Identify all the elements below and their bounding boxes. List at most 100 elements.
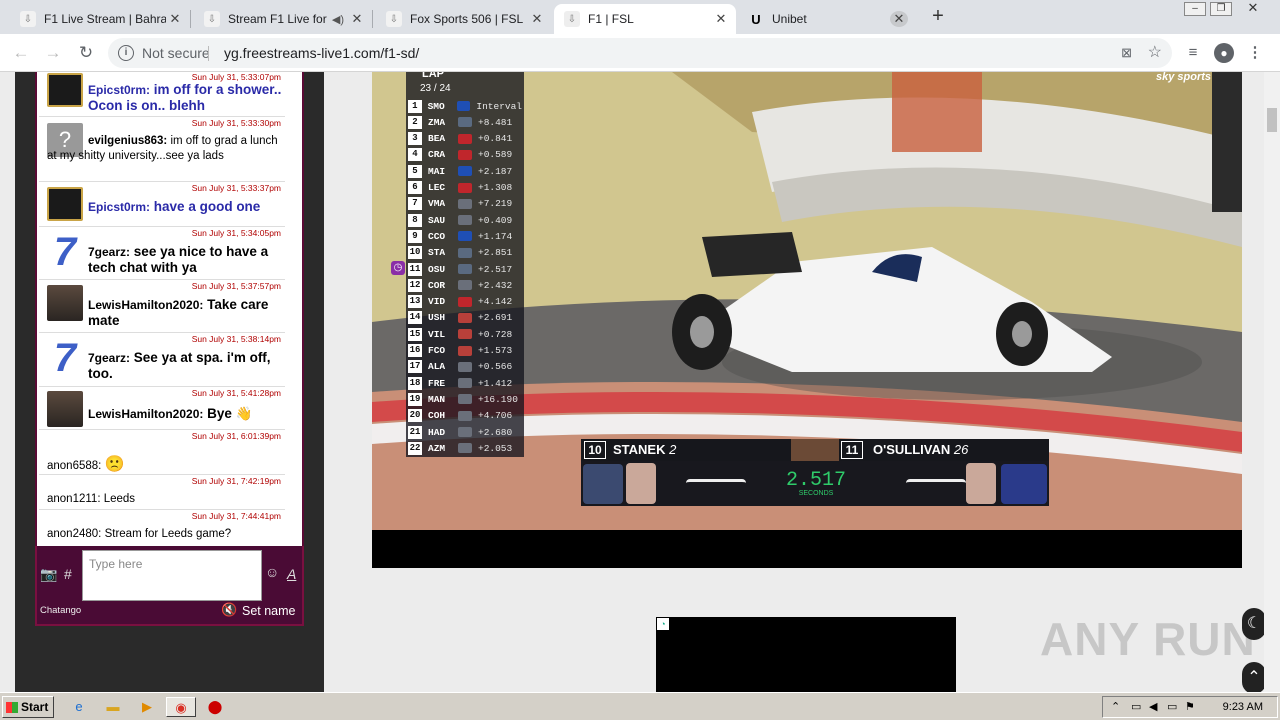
display-icon[interactable]: ▭	[1167, 700, 1177, 713]
profile-avatar-icon[interactable]: ●	[1214, 43, 1234, 63]
folder-icon[interactable]: ▬	[102, 697, 124, 717]
close-icon[interactable]: ✕	[712, 11, 730, 27]
car-icon	[906, 479, 966, 489]
new-tab-button[interactable]: +	[928, 6, 948, 28]
close-icon[interactable]: ✕	[348, 11, 366, 27]
race-leaderboard: LAP 23 / 24 1 SMO Interval 2 ZMA +8.481 3 BEA +0…	[406, 72, 524, 457]
dark-mode-toggle[interactable]: ☾	[1242, 608, 1264, 640]
username[interactable]: anon1211:	[47, 493, 101, 505]
blocked-popup-icon[interactable]: ⊠	[1121, 38, 1132, 68]
username[interactable]: LewisHamilton2020:	[88, 298, 203, 312]
flag-icon[interactable]: ⚑	[1185, 700, 1195, 713]
tab-f1-live-stream[interactable]: ⇩ F1 Live Stream | Bahrain ✕	[10, 4, 190, 34]
video-control-bar[interactable]	[372, 530, 1242, 568]
leaderboard-row: 15 VIL +0.728	[408, 326, 522, 342]
close-window-button[interactable]: ✕	[1238, 1, 1268, 16]
ie-icon[interactable]: e	[68, 697, 90, 717]
driver-code: CRA	[428, 149, 446, 161]
scroll-top-button[interactable]: ⌃	[1242, 662, 1264, 692]
clock[interactable]: 9:23 AM	[1223, 701, 1263, 713]
username[interactable]: Epicst0rm:	[88, 200, 150, 214]
team-logo-icon	[456, 101, 471, 111]
interval-gap: +1.412	[478, 377, 513, 389]
forward-button[interactable]: →	[42, 42, 64, 64]
position-number: 2	[408, 115, 422, 129]
minimize-button[interactable]: –	[1184, 2, 1206, 16]
driver-code: ZMA	[428, 116, 446, 128]
back-button[interactable]: ←	[10, 42, 32, 64]
chat-message: Sun July 31, 6:01:39pm anon6588: 🙁	[39, 431, 285, 475]
reload-button[interactable]: ↻	[75, 42, 97, 64]
address-bar[interactable]: i Not secure yg.freestreams-live1.com/f1…	[108, 38, 1172, 68]
hashtag-button[interactable]: #	[64, 566, 72, 582]
username[interactable]: Epicst0rm:	[88, 83, 150, 97]
username[interactable]: 7gearz:	[88, 245, 130, 259]
leaderboard-row: 7 VMA +7.219	[408, 196, 522, 212]
close-icon[interactable]: ✕	[166, 11, 184, 27]
media-control-icon[interactable]: ≡	[1182, 42, 1204, 64]
driver-code: AZM	[428, 442, 446, 454]
message-time: Sun July 31, 7:42:19pm	[191, 476, 281, 486]
left-driver-name: STANEK	[613, 442, 666, 457]
interval-gap: +0.841	[478, 133, 513, 145]
team-logo-icon	[458, 133, 472, 144]
tab-unibet[interactable]: U Unibet ✕	[738, 4, 914, 34]
media-player-icon[interactable]: ▶	[136, 697, 158, 717]
page-scroll-thumb[interactable]	[1267, 108, 1277, 132]
lion-avatar[interactable]	[47, 73, 83, 107]
photo-avatar[interactable]	[47, 285, 83, 321]
tab-f1-fsl[interactable]: ⇩ F1 | FSL ✕	[554, 4, 736, 34]
chat-input-area: 📷 # Type here ☺ A Chatango 🔇 Set name	[35, 546, 304, 626]
font-style-button[interactable]: A	[287, 566, 296, 582]
interval-gap: Interval	[476, 100, 522, 112]
seven-avatar[interactable]: 7	[47, 338, 83, 378]
username[interactable]: anon6588:	[47, 460, 101, 472]
seven-avatar[interactable]: 7	[47, 232, 83, 272]
tab-stream-f1[interactable]: ⇩ Stream F1 Live for f ◀) ✕	[194, 4, 372, 34]
close-icon[interactable]: ✕	[528, 11, 546, 27]
message-time: Sun July 31, 5:33:30pm	[191, 118, 281, 128]
video-player[interactable]: sky sports LAP 23 / 24 1 SMO Interval 2 ZMA +…	[372, 72, 1242, 530]
maximize-button[interactable]: ❐	[1210, 2, 1232, 16]
advertisement[interactable]: ◔	[656, 617, 956, 692]
speaker-icon[interactable]: ◀)	[332, 13, 344, 26]
driver-code: COH	[428, 410, 446, 422]
message-time: Sun July 31, 7:44:41pm	[191, 511, 281, 521]
tray-expand-icon[interactable]: ⌃	[1111, 700, 1120, 713]
position-number: 1	[408, 99, 422, 113]
start-button[interactable]: Start	[2, 696, 54, 718]
chat-message: Sun July 31, 5:38:14pm 7 7gearz: See ya …	[39, 334, 285, 387]
page-scrollbar[interactable]	[1264, 72, 1280, 692]
camera-icon[interactable]: 📷	[40, 566, 57, 583]
lion-avatar[interactable]	[47, 187, 83, 221]
tab-fox-sports[interactable]: ⇩ Fox Sports 506 | FSL ✕	[376, 4, 552, 34]
emoji-icon[interactable]: ☺	[265, 564, 279, 580]
volume-icon[interactable]: ◀	[1149, 700, 1157, 713]
username[interactable]: anon2480:	[47, 528, 101, 540]
mute-icon[interactable]: 🔇	[221, 602, 237, 618]
chrome-icon[interactable]: ◉	[166, 697, 196, 717]
stop-icon[interactable]: ⬤	[204, 697, 226, 717]
username[interactable]: evilgenius863:	[88, 135, 167, 147]
chatango-logo[interactable]: Chatango	[40, 605, 81, 616]
username[interactable]: 7gearz:	[88, 351, 130, 365]
team-logo-icon	[458, 296, 472, 307]
system-tray: ⌃ ▭ ◀ ▭ ⚑ 9:23 AM	[1102, 696, 1278, 718]
photo-avatar[interactable]	[47, 391, 83, 427]
network-icon[interactable]: ▭	[1131, 700, 1141, 713]
set-name-link[interactable]: Set name	[242, 604, 296, 618]
leaderboard-row: 17 ALA +0.566	[408, 359, 522, 375]
lap-label: LAP	[422, 72, 444, 80]
adchoices-icon[interactable]: ◔	[657, 618, 669, 630]
url-text[interactable]: yg.freestreams-live1.com/f1-sd/	[224, 38, 419, 68]
username[interactable]: LewisHamilton2020:	[88, 407, 203, 421]
chat-message-input[interactable]: Type here	[82, 550, 262, 601]
menu-icon[interactable]: ⋮	[1244, 42, 1266, 64]
message-text: Bye 👋	[207, 406, 253, 421]
info-icon[interactable]: i	[118, 45, 134, 61]
watermark: ANY RUN	[1040, 613, 1256, 665]
position-number: 18	[408, 376, 422, 390]
bookmark-star-icon[interactable]: ☆	[1148, 38, 1162, 68]
browser-toolbar: ← → ↻ i Not secure yg.freestreams-live1.…	[0, 34, 1280, 72]
close-icon[interactable]: ✕	[890, 11, 908, 27]
